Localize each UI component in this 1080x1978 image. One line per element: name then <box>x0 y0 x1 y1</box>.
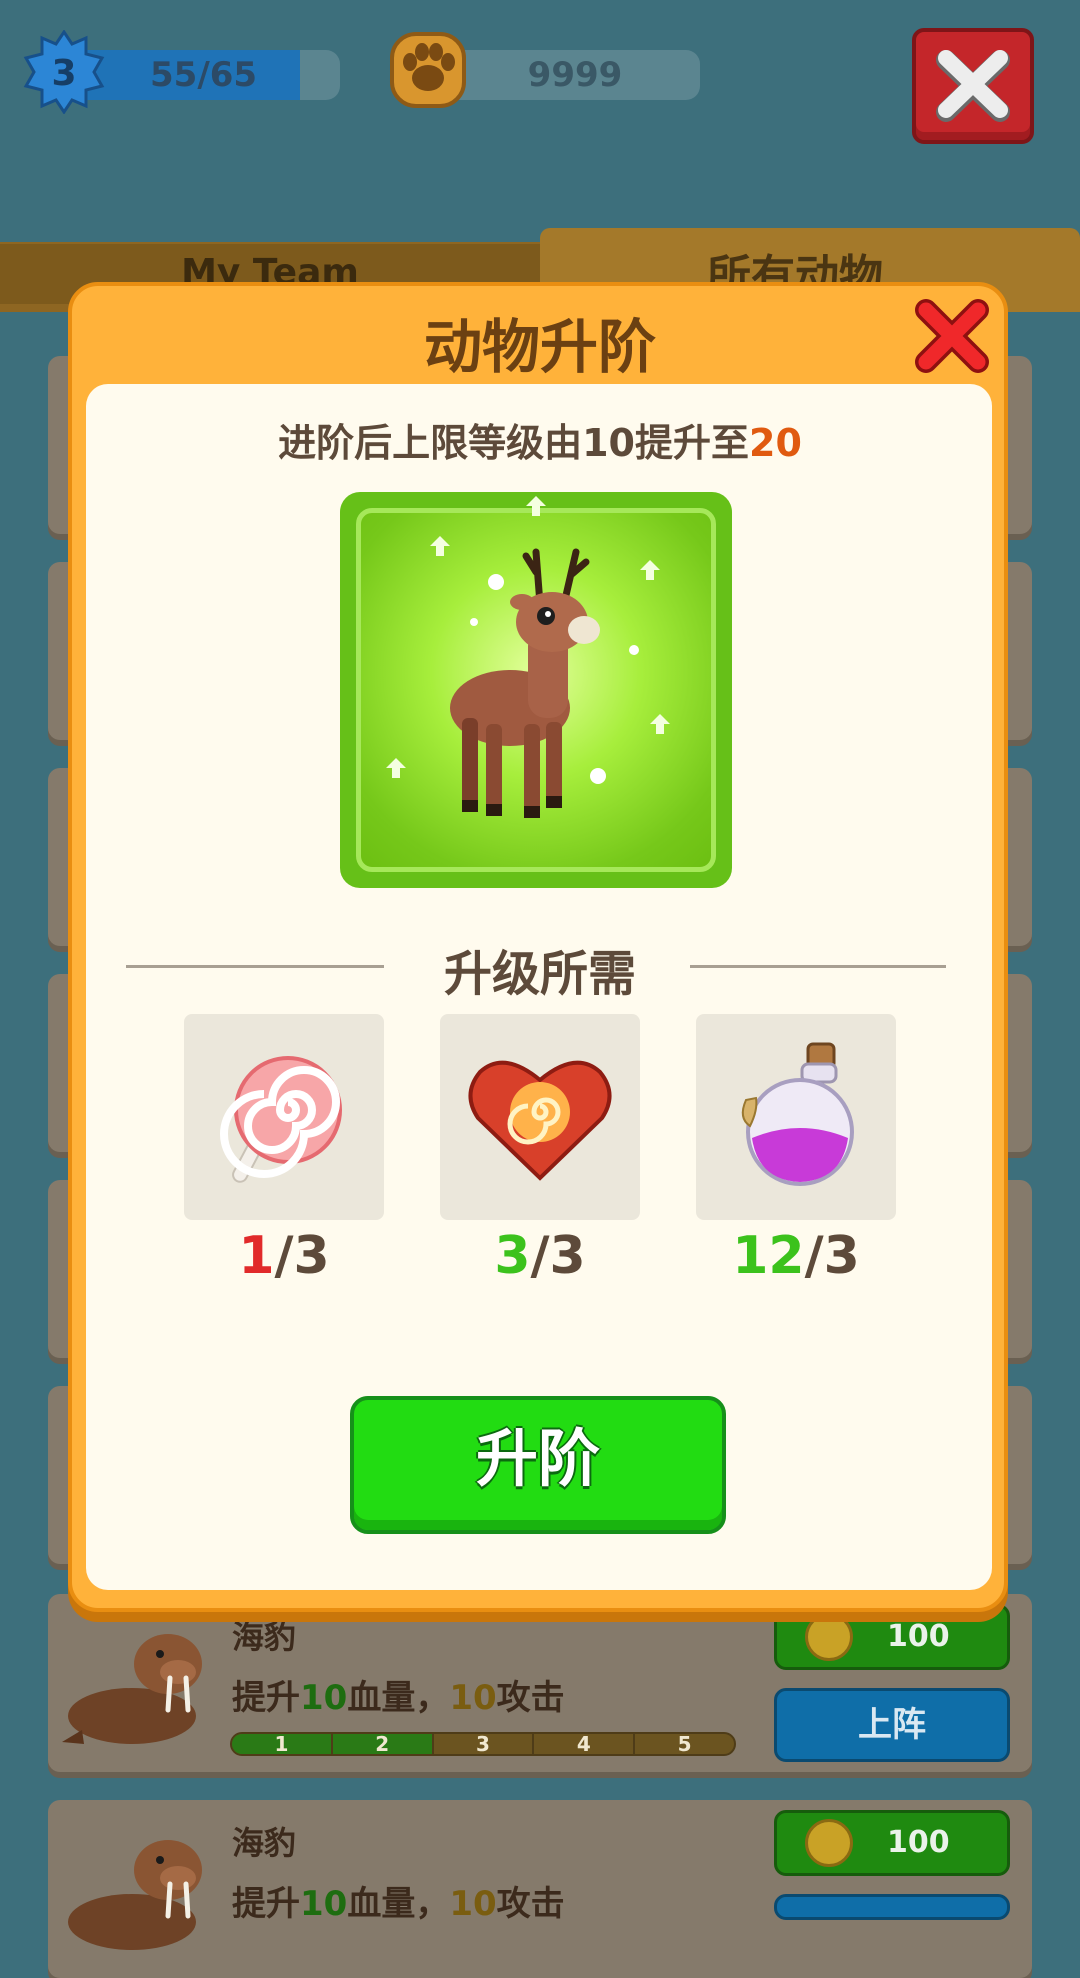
buy-upgrade-button[interactable]: 100 <box>774 1810 1010 1876</box>
close-icon <box>915 299 989 373</box>
coin-icon <box>805 1613 853 1661</box>
list-item-name: 海豹 <box>232 1824 297 1862</box>
modal-close-button[interactable] <box>912 296 992 376</box>
deploy-button[interactable] <box>774 1894 1010 1920</box>
requirement-slot[interactable] <box>184 1014 384 1220</box>
upgrade-progress-bar: 1 2 3 4 5 <box>230 1732 736 1756</box>
list-item-desc: 提升10血量，10攻击 <box>232 1884 565 1924</box>
upgrade-description: 进阶后上限等级由10提升至20 <box>278 421 802 465</box>
xp-bar: 55/65 <box>70 50 340 100</box>
deer-image <box>386 496 670 818</box>
progress-segment: 2 <box>332 1734 434 1754</box>
animal-card <box>340 492 732 888</box>
price-label: 100 <box>887 1825 950 1860</box>
progress-segment: 5 <box>677 1732 692 1756</box>
list-item-name: 海豹 <box>232 1618 297 1656</box>
requirement-count: 12/3 <box>732 1226 860 1286</box>
buy-upgrade-button[interactable]: 100 <box>774 1604 1010 1670</box>
requirement-count: 3/3 <box>494 1226 586 1286</box>
close-screen-button[interactable] <box>912 28 1034 144</box>
potion-icon <box>741 1042 854 1186</box>
paw-icon <box>390 32 466 108</box>
walrus-image <box>68 1840 202 1950</box>
coin-icon <box>805 1819 853 1867</box>
xp-text: 55/65 <box>150 55 258 95</box>
progress-segment: 1 <box>232 1734 333 1754</box>
level-number: 3 <box>51 53 76 94</box>
walrus-image <box>62 1634 202 1744</box>
divider-right <box>690 965 946 968</box>
upgrade-button[interactable]: 升阶 <box>350 1396 726 1534</box>
requirements-title: 升级所需 <box>443 946 636 1002</box>
list-item-desc: 提升10血量，10攻击 <box>232 1678 565 1718</box>
lollipop-icon <box>220 1056 342 1183</box>
close-icon <box>936 50 1010 122</box>
deploy-button[interactable]: 上阵 <box>774 1688 1010 1762</box>
requirement-slot[interactable] <box>440 1014 640 1220</box>
progress-segment: 4 <box>534 1734 636 1754</box>
progress-segment: 3 <box>434 1734 535 1754</box>
requirement-count: 1/3 <box>238 1226 330 1286</box>
price-label: 100 <box>887 1619 950 1654</box>
heart-gem-icon <box>468 1060 612 1181</box>
level-star-badge: 3 <box>23 30 105 114</box>
requirement-slot[interactable] <box>696 1014 896 1220</box>
